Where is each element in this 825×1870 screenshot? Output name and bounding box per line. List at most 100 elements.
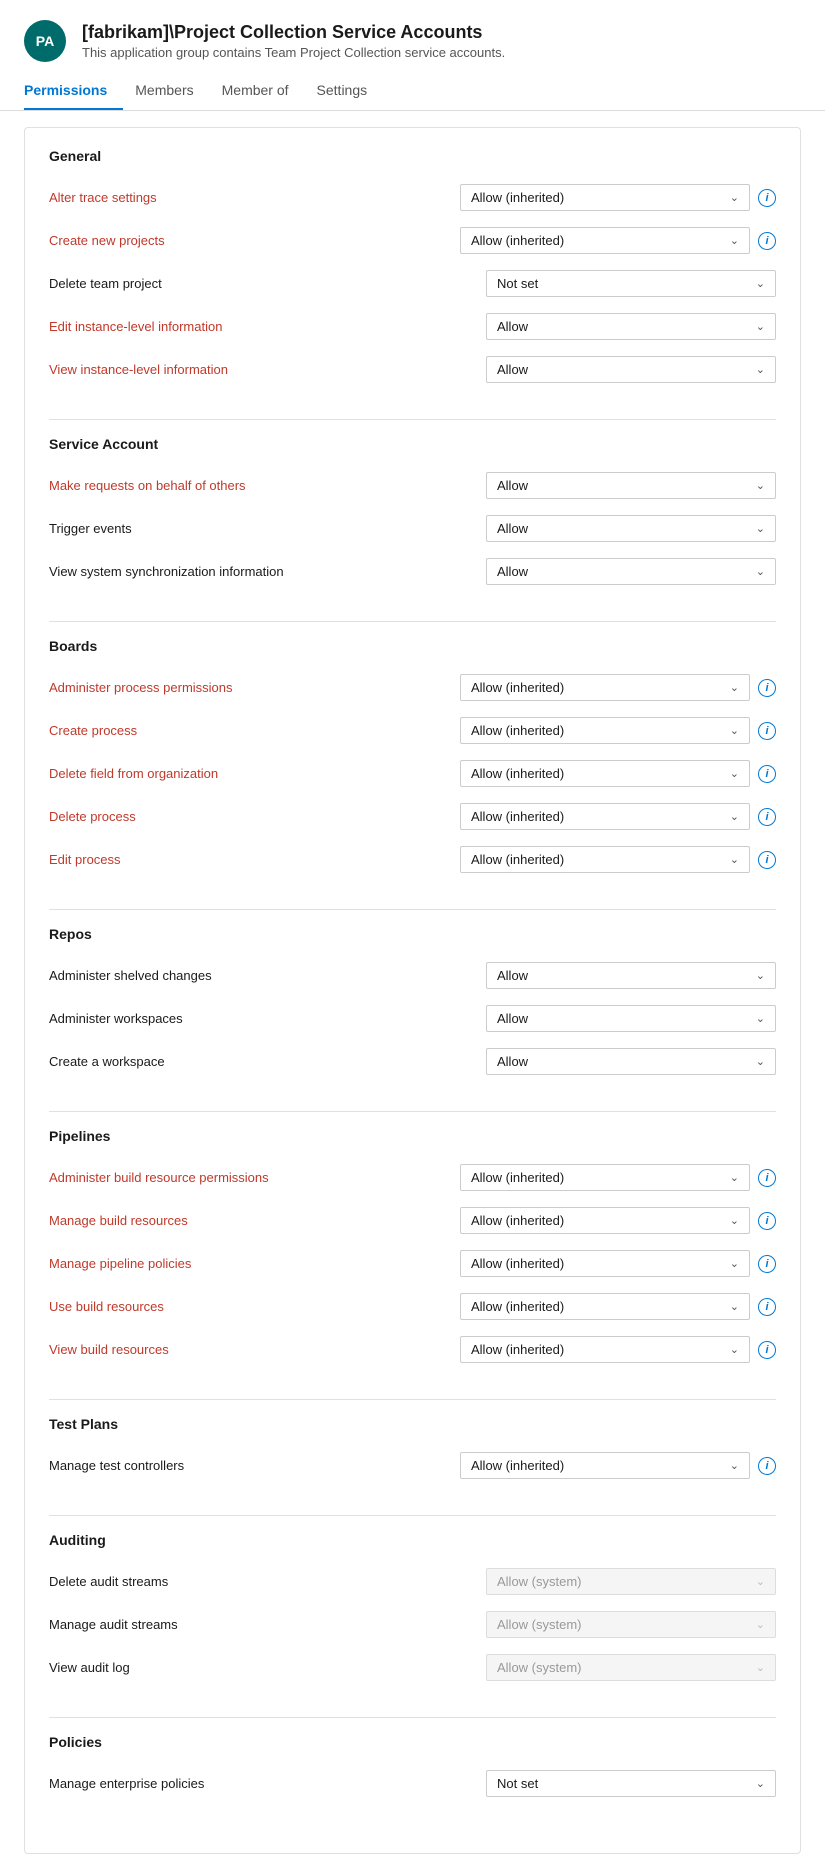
perm-label: Create new projects: [49, 233, 452, 248]
perm-label: Manage test controllers: [49, 1458, 452, 1473]
section-title-general: General: [49, 148, 776, 164]
perm-select[interactable]: Allow (inherited) ⌄: [460, 1452, 750, 1479]
info-icon[interactable]: i: [758, 851, 776, 869]
section-title-policies: Policies: [49, 1734, 776, 1750]
perm-select[interactable]: Allow ⌄: [486, 313, 776, 340]
perm-select[interactable]: Not set ⌄: [486, 1770, 776, 1797]
perm-label: Manage pipeline policies: [49, 1256, 452, 1271]
info-icon[interactable]: i: [758, 679, 776, 697]
perm-select[interactable]: Allow ⌄: [486, 558, 776, 585]
perm-create-workspace: Create a workspace Allow ⌄: [49, 1040, 776, 1083]
perm-label: Create a workspace: [49, 1054, 478, 1069]
perm-label: Manage build resources: [49, 1213, 452, 1228]
divider: [49, 419, 776, 420]
info-icon[interactable]: i: [758, 722, 776, 740]
info-icon[interactable]: i: [758, 765, 776, 783]
page-subtitle: This application group contains Team Pro…: [82, 45, 505, 60]
perm-select[interactable]: Allow ⌄: [486, 1005, 776, 1032]
perm-select[interactable]: Allow (inherited) ⌄: [460, 1336, 750, 1363]
chevron-down-icon: ⌄: [756, 1661, 765, 1674]
page-title: [fabrikam]\Project Collection Service Ac…: [82, 22, 505, 43]
perm-label: Administer process permissions: [49, 680, 452, 695]
perm-manage-build-resources: Manage build resources Allow (inherited)…: [49, 1199, 776, 1242]
chevron-down-icon: ⌄: [730, 681, 739, 694]
perm-select[interactable]: Allow ⌄: [486, 472, 776, 499]
perm-select[interactable]: Allow (inherited) ⌄: [460, 846, 750, 873]
divider: [49, 1399, 776, 1400]
perm-edit-process: Edit process Allow (inherited) ⌄ i: [49, 838, 776, 881]
perm-select[interactable]: Allow (inherited) ⌄: [460, 674, 750, 701]
chevron-down-icon: ⌄: [730, 191, 739, 204]
perm-select[interactable]: Allow (inherited) ⌄: [460, 760, 750, 787]
divider: [49, 1111, 776, 1112]
section-policies: Policies Manage enterprise policies Not …: [49, 1734, 776, 1805]
perm-manage-pipeline-policies: Manage pipeline policies Allow (inherite…: [49, 1242, 776, 1285]
perm-alter-trace: Alter trace settings Allow (inherited) ⌄…: [49, 176, 776, 219]
perm-select[interactable]: Allow (inherited) ⌄: [460, 717, 750, 744]
perm-view-audit-log: View audit log Allow (system) ⌄: [49, 1646, 776, 1689]
chevron-down-icon: ⌄: [756, 1055, 765, 1068]
perm-label: Administer build resource permissions: [49, 1170, 452, 1185]
perm-label: Delete audit streams: [49, 1574, 478, 1589]
section-service-account: Service Account Make requests on behalf …: [49, 436, 776, 593]
perm-select[interactable]: Allow ⌄: [486, 515, 776, 542]
perm-manage-test-controllers: Manage test controllers Allow (inherited…: [49, 1444, 776, 1487]
info-icon[interactable]: i: [758, 1457, 776, 1475]
perm-select[interactable]: Allow (inherited) ⌄: [460, 184, 750, 211]
perm-select[interactable]: Allow (inherited) ⌄: [460, 1293, 750, 1320]
info-icon[interactable]: i: [758, 232, 776, 250]
chevron-down-icon: ⌄: [756, 565, 765, 578]
perm-manage-audit-streams: Manage audit streams Allow (system) ⌄: [49, 1603, 776, 1646]
chevron-down-icon: ⌄: [756, 1777, 765, 1790]
tab-permissions[interactable]: Permissions: [24, 74, 123, 110]
divider: [49, 621, 776, 622]
info-icon[interactable]: i: [758, 1298, 776, 1316]
perm-select[interactable]: Allow (inherited) ⌄: [460, 227, 750, 254]
chevron-down-icon: ⌄: [730, 810, 739, 823]
info-icon[interactable]: i: [758, 189, 776, 207]
perm-select[interactable]: Allow (inherited) ⌄: [460, 1250, 750, 1277]
chevron-down-icon: ⌄: [756, 1575, 765, 1588]
perm-select[interactable]: Not set ⌄: [486, 270, 776, 297]
perm-label: Delete team project: [49, 276, 478, 291]
section-auditing: Auditing Delete audit streams Allow (sys…: [49, 1532, 776, 1689]
tab-settings[interactable]: Settings: [313, 74, 384, 110]
permissions-card: General Alter trace settings Allow (inhe…: [24, 127, 801, 1854]
perm-select[interactable]: Allow ⌄: [486, 356, 776, 383]
chevron-down-icon: ⌄: [756, 1618, 765, 1631]
perm-label: Make requests on behalf of others: [49, 478, 478, 493]
info-icon[interactable]: i: [758, 1212, 776, 1230]
chevron-down-icon: ⌄: [730, 767, 739, 780]
perm-select: Allow (system) ⌄: [486, 1654, 776, 1681]
section-pipelines: Pipelines Administer build resource perm…: [49, 1128, 776, 1371]
main-content: General Alter trace settings Allow (inhe…: [0, 111, 825, 1870]
info-icon[interactable]: i: [758, 808, 776, 826]
avatar: PA: [24, 20, 66, 62]
perm-label: Create process: [49, 723, 452, 738]
section-title-service-account: Service Account: [49, 436, 776, 452]
section-title-pipelines: Pipelines: [49, 1128, 776, 1144]
perm-select[interactable]: Allow ⌄: [486, 1048, 776, 1075]
page-header: PA [fabrikam]\Project Collection Service…: [0, 0, 825, 74]
perm-label: Administer shelved changes: [49, 968, 478, 983]
tab-members[interactable]: Members: [131, 74, 209, 110]
section-title-repos: Repos: [49, 926, 776, 942]
info-icon[interactable]: i: [758, 1169, 776, 1187]
info-icon[interactable]: i: [758, 1341, 776, 1359]
section-repos: Repos Administer shelved changes Allow ⌄…: [49, 926, 776, 1083]
perm-select[interactable]: Allow ⌄: [486, 962, 776, 989]
perm-label: Edit process: [49, 852, 452, 867]
chevron-down-icon: ⌄: [730, 234, 739, 247]
tab-member-of[interactable]: Member of: [218, 74, 305, 110]
perm-select[interactable]: Allow (inherited) ⌄: [460, 1164, 750, 1191]
perm-select[interactable]: Allow (inherited) ⌄: [460, 803, 750, 830]
perm-label: Manage audit streams: [49, 1617, 478, 1632]
chevron-down-icon: ⌄: [756, 522, 765, 535]
chevron-down-icon: ⌄: [730, 853, 739, 866]
info-icon[interactable]: i: [758, 1255, 776, 1273]
chevron-down-icon: ⌄: [756, 363, 765, 376]
chevron-down-icon: ⌄: [730, 1171, 739, 1184]
perm-administer-process: Administer process permissions Allow (in…: [49, 666, 776, 709]
perm-select[interactable]: Allow (inherited) ⌄: [460, 1207, 750, 1234]
chevron-down-icon: ⌄: [730, 1257, 739, 1270]
